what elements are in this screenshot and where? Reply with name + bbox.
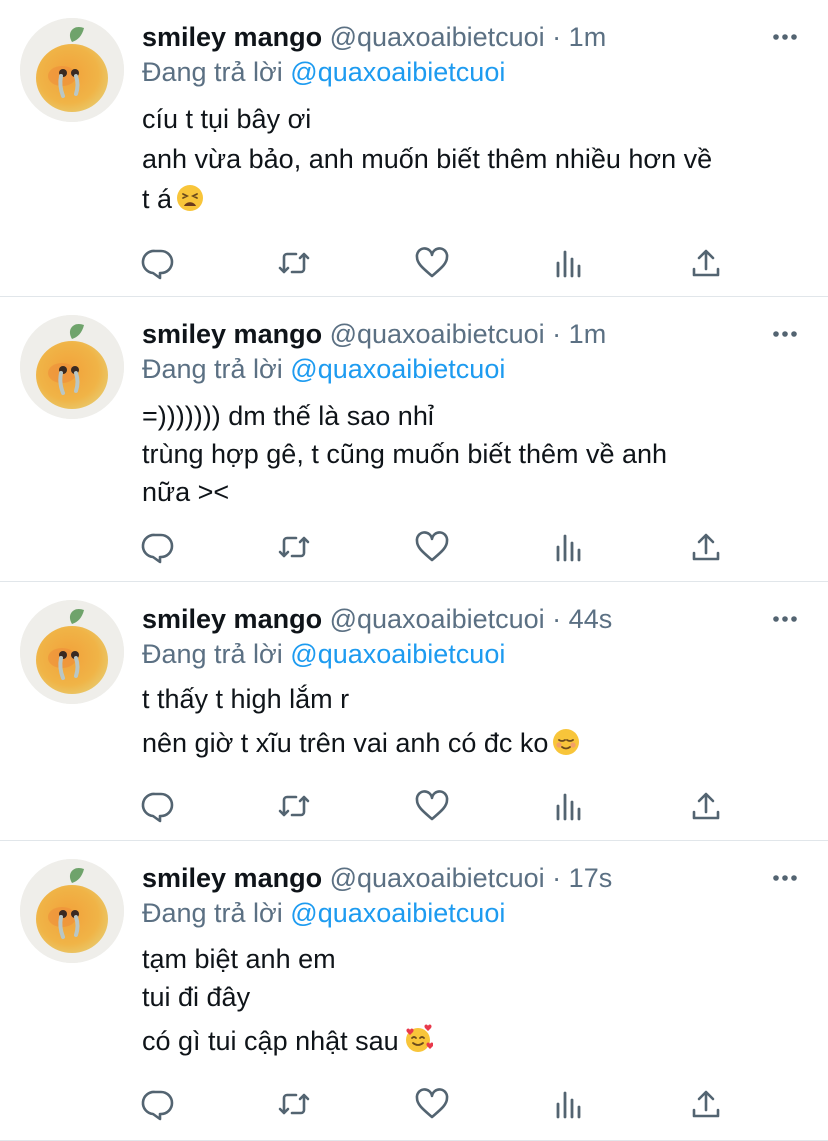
- reply-prefix: Đang trả lời: [142, 898, 283, 928]
- share-icon[interactable]: [688, 788, 724, 824]
- tweet-text-span: tui đi đây: [142, 982, 251, 1012]
- user-handle[interactable]: @quaxoaibietcuoi: [330, 319, 545, 349]
- like-icon[interactable]: [414, 788, 450, 824]
- reply-icon[interactable]: [140, 529, 176, 565]
- like-icon[interactable]: [414, 1086, 450, 1122]
- reply-prefix: Đang trả lời: [142, 639, 283, 669]
- tweet[interactable]: smiley mango @quaxoaibietcuoi · 1m Đang t…: [0, 0, 828, 297]
- relieved-face-emoji: [552, 728, 580, 763]
- analytics-icon[interactable]: [551, 245, 587, 281]
- tired-face-emoji: [176, 184, 204, 219]
- tweet-text-span: anh vừa bảo, anh muốn biết thêm nhiều hơ…: [142, 144, 713, 174]
- avatar[interactable]: [20, 18, 124, 122]
- tweet-text-line: trùng hợp gê, t cũng muốn biết thêm về a…: [142, 439, 667, 470]
- more-icon[interactable]: [772, 26, 798, 48]
- display-name[interactable]: smiley mango: [142, 22, 322, 52]
- reply-to-link[interactable]: @quaxoaibietcuoi: [290, 898, 505, 928]
- tweet-text-span: nên giờ t xĩu trên vai anh có đc ko: [142, 728, 549, 758]
- reply-context: Đang trả lời @quaxoaibietcuoi: [142, 352, 505, 386]
- avatar[interactable]: [20, 600, 124, 704]
- tweet-text-line: t á: [142, 184, 204, 219]
- tweet-text-line: anh vừa bảo, anh muốn biết thêm nhiều hơ…: [142, 144, 712, 175]
- tweet-text-line: có gì tui cập nhật sau: [142, 1024, 434, 1061]
- display-name[interactable]: smiley mango: [142, 604, 322, 634]
- tweet-text-line: tui đi đây: [142, 982, 250, 1013]
- tweet-text-line: cíu t tụi bây ơi: [142, 104, 311, 135]
- user-handle[interactable]: @quaxoaibietcuoi: [330, 22, 545, 52]
- retweet-icon[interactable]: [276, 529, 312, 565]
- timestamp[interactable]: 1m: [569, 22, 607, 52]
- tweet-header: smiley mango @quaxoaibietcuoi · 17s: [142, 861, 612, 895]
- smiling-face-with-hearts-emoji: [403, 1024, 434, 1061]
- user-handle[interactable]: @quaxoaibietcuoi: [330, 863, 545, 893]
- analytics-icon[interactable]: [551, 1086, 587, 1122]
- display-name[interactable]: smiley mango: [142, 863, 322, 893]
- reply-icon[interactable]: [140, 1086, 176, 1122]
- reply-icon[interactable]: [140, 788, 176, 824]
- share-icon[interactable]: [688, 1086, 724, 1122]
- reply-context: Đang trả lời @quaxoaibietcuoi: [142, 896, 505, 930]
- like-icon[interactable]: [414, 529, 450, 565]
- meta-separator: ·: [552, 319, 562, 349]
- avatar[interactable]: [20, 859, 124, 963]
- tweet-text-span: =))))))) dm thế là sao nhỉ: [142, 401, 434, 431]
- like-icon[interactable]: [414, 245, 450, 281]
- retweet-icon[interactable]: [276, 245, 312, 281]
- tweet-text-span: nữa ><: [142, 477, 230, 507]
- tweet-header: smiley mango @quaxoaibietcuoi · 44s: [142, 602, 612, 636]
- timestamp[interactable]: 17s: [569, 863, 613, 893]
- tweet-text-span: trùng hợp gê, t cũng muốn biết thêm về a…: [142, 439, 668, 469]
- tweet-actions: [0, 529, 828, 569]
- share-icon[interactable]: [688, 245, 724, 281]
- tweet-actions: [0, 788, 828, 828]
- reply-to-link[interactable]: @quaxoaibietcuoi: [290, 354, 505, 384]
- tweet-text: cíu t tụi bây ơi anh vừa bảo, anh muốn bi…: [142, 104, 802, 224]
- more-icon[interactable]: [772, 867, 798, 889]
- reply-context: Đang trả lời @quaxoaibietcuoi: [142, 637, 505, 671]
- reply-context: Đang trả lời @quaxoaibietcuoi: [142, 55, 505, 89]
- timestamp[interactable]: 44s: [569, 604, 613, 634]
- reply-icon[interactable]: [140, 245, 176, 281]
- more-icon[interactable]: [772, 608, 798, 630]
- tweet-text-line: nên giờ t xĩu trên vai anh có đc ko: [142, 728, 580, 763]
- retweet-icon[interactable]: [276, 1086, 312, 1122]
- tweet-header: smiley mango @quaxoaibietcuoi · 1m: [142, 20, 606, 54]
- tweet[interactable]: smiley mango @quaxoaibietcuoi · 1m Đang t…: [0, 297, 828, 582]
- user-handle[interactable]: @quaxoaibietcuoi: [330, 604, 545, 634]
- reply-to-link[interactable]: @quaxoaibietcuoi: [290, 639, 505, 669]
- tweet-text-line: t thấy t high lắm r: [142, 684, 349, 715]
- reply-to-link[interactable]: @quaxoaibietcuoi: [290, 57, 505, 87]
- tweet-text: =))))))) dm thế là sao nhỉ trùng hợp gê, …: [142, 401, 802, 521]
- tweet-text-span: t thấy t high lắm r: [142, 684, 350, 714]
- tweet[interactable]: smiley mango @quaxoaibietcuoi · 17s Đang …: [0, 841, 828, 1141]
- tweet-text-line: tạm biệt anh em: [142, 944, 336, 975]
- tweet-text-span: cíu t tụi bây ơi: [142, 104, 312, 134]
- tweet-text-span: tạm biệt anh em: [142, 944, 336, 974]
- more-icon[interactable]: [772, 323, 798, 345]
- analytics-icon[interactable]: [551, 529, 587, 565]
- tweet-text-span: t á: [142, 184, 173, 214]
- analytics-icon[interactable]: [551, 788, 587, 824]
- display-name[interactable]: smiley mango: [142, 319, 322, 349]
- retweet-icon[interactable]: [276, 788, 312, 824]
- avatar[interactable]: [20, 315, 124, 419]
- tweet-actions: [0, 1086, 828, 1126]
- tweet[interactable]: smiley mango @quaxoaibietcuoi · 44s Đang …: [0, 582, 828, 841]
- tweet-text-line: =))))))) dm thế là sao nhỉ: [142, 401, 434, 432]
- tweet-text: t thấy t high lắm r nên giờ t xĩu trên va…: [142, 684, 802, 804]
- tweet-text-span: có gì tui cập nhật sau: [142, 1026, 399, 1056]
- meta-separator: ·: [552, 22, 562, 52]
- share-icon[interactable]: [688, 529, 724, 565]
- reply-prefix: Đang trả lời: [142, 57, 283, 87]
- timestamp[interactable]: 1m: [569, 319, 607, 349]
- meta-separator: ·: [552, 863, 562, 893]
- tweet-header: smiley mango @quaxoaibietcuoi · 1m: [142, 317, 606, 351]
- tweet-text: tạm biệt anh em tui đi đây có gì tui cập n…: [142, 944, 802, 1064]
- meta-separator: ·: [552, 604, 562, 634]
- tweet-text-line: nữa ><: [142, 477, 229, 508]
- reply-prefix: Đang trả lời: [142, 354, 283, 384]
- tweet-actions: [0, 245, 828, 285]
